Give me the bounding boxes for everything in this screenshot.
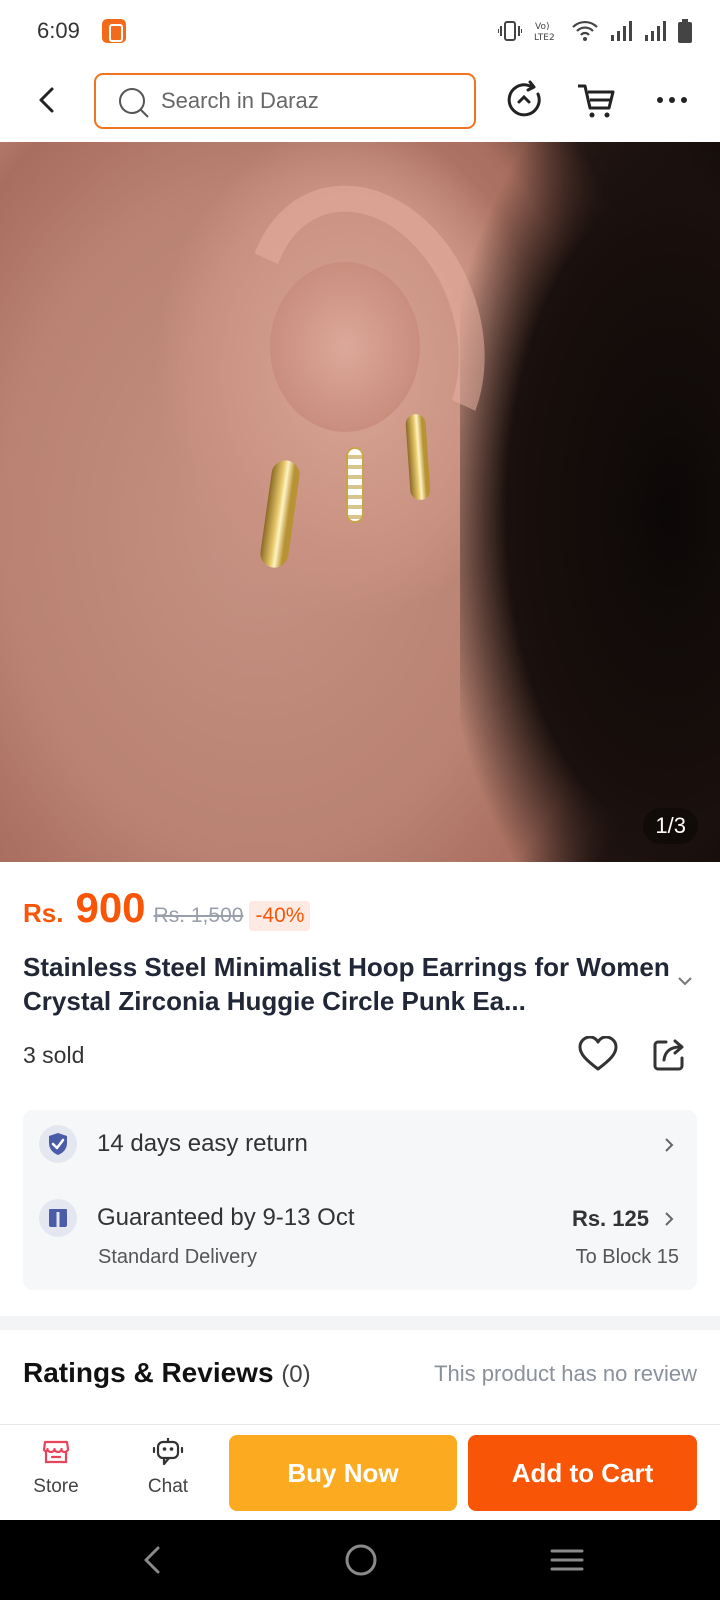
store-label: Store bbox=[33, 1476, 79, 1497]
chevron-right-icon bbox=[665, 1138, 674, 1152]
buy-now-button[interactable]: Buy Now bbox=[229, 1435, 457, 1511]
back-button[interactable] bbox=[28, 80, 68, 120]
signal-icon bbox=[611, 21, 632, 41]
history-icon bbox=[507, 80, 541, 117]
status-time: 6:09 bbox=[37, 18, 80, 43]
more-icon bbox=[657, 97, 687, 103]
product-photo-hair bbox=[460, 142, 720, 862]
reviews-heading[interactable]: Ratings & Reviews (0) bbox=[23, 1357, 311, 1389]
delivery-fee: Rs. 125 bbox=[571, 1206, 649, 1231]
chat-bot-icon bbox=[152, 1438, 184, 1466]
shield-check-icon bbox=[39, 1125, 77, 1163]
search-icon bbox=[119, 88, 149, 118]
earring-hoop-crystal bbox=[346, 447, 364, 523]
section-divider bbox=[0, 1316, 720, 1330]
chat-label: Chat bbox=[147, 1476, 189, 1497]
back-arrow-icon bbox=[39, 87, 54, 113]
price-value: 900 bbox=[75, 884, 146, 931]
battery-icon bbox=[678, 19, 692, 43]
daraz-app-icon bbox=[102, 19, 126, 43]
image-counter: 1/3 bbox=[643, 808, 698, 844]
chat-button[interactable]: Chat bbox=[128, 1437, 208, 1511]
more-button[interactable] bbox=[650, 78, 694, 122]
nav-back-icon bbox=[144, 1546, 160, 1574]
nav-menu-icon bbox=[550, 1549, 584, 1571]
original-price: Rs. 1,500 bbox=[153, 904, 244, 927]
search-input[interactable] bbox=[161, 75, 461, 127]
svg-text:LTE2: LTE2 bbox=[534, 33, 555, 43]
volte-lte2-icon: Vo)LTE2 bbox=[534, 22, 555, 43]
status-icons: Vo) LTE2 bbox=[498, 18, 692, 44]
nav-back-button[interactable] bbox=[134, 1540, 174, 1580]
reviews-count: (0) bbox=[281, 1361, 311, 1388]
store-button[interactable]: Store bbox=[16, 1437, 96, 1511]
reviews-empty-text: This product has no review bbox=[434, 1361, 697, 1386]
cart-button[interactable] bbox=[576, 78, 620, 122]
add-to-cart-button[interactable]: Add to Cart bbox=[468, 1435, 697, 1511]
product-image-gallery[interactable]: 1/3 bbox=[0, 142, 720, 862]
price-currency: Rs. bbox=[23, 898, 64, 928]
wifi-icon bbox=[572, 20, 598, 41]
store-icon bbox=[42, 1440, 70, 1464]
top-bar bbox=[0, 62, 720, 142]
delivery-location: To Block 15 bbox=[575, 1246, 679, 1268]
earring-hoop-large bbox=[258, 458, 302, 570]
system-navigation-bar bbox=[0, 1520, 720, 1600]
bottom-action-bar: Store Chat Buy Now Add to Cart bbox=[0, 1424, 720, 1520]
delivery-type: Standard Delivery bbox=[98, 1246, 257, 1268]
signal-icon bbox=[645, 21, 666, 41]
return-policy-label: 14 days easy return bbox=[97, 1130, 308, 1157]
share-icon[interactable] bbox=[652, 1036, 688, 1072]
wishlist-heart-icon[interactable] bbox=[578, 1036, 618, 1072]
nav-recents-button[interactable] bbox=[547, 1540, 587, 1580]
services-box: 14 days easy return Guaranteed by 9-13 O… bbox=[23, 1110, 697, 1290]
history-button[interactable] bbox=[502, 78, 546, 122]
delivery-date-label: Guaranteed by 9-13 Oct bbox=[97, 1204, 355, 1231]
price-row: Rs. 900 Rs. 1,500 -40% bbox=[23, 884, 311, 934]
sold-count: 3 sold bbox=[23, 1042, 85, 1068]
delivery-box-icon bbox=[39, 1199, 77, 1237]
discount-badge: -40% bbox=[249, 901, 311, 931]
search-bar[interactable] bbox=[94, 73, 476, 129]
chevron-down-icon[interactable] bbox=[676, 975, 694, 987]
reviews-title: Ratings & Reviews bbox=[23, 1357, 274, 1388]
chevron-right-icon bbox=[665, 1212, 674, 1226]
status-bar: 6:09 Vo) LTE2 bbox=[0, 0, 720, 62]
svg-text:Vo): Vo) bbox=[535, 22, 549, 32]
nav-home-icon bbox=[345, 1544, 377, 1576]
product-title[interactable]: Stainless Steel Minimalist Hoop Earrings… bbox=[23, 950, 673, 1018]
nav-home-button[interactable] bbox=[341, 1540, 381, 1580]
cart-icon bbox=[578, 84, 615, 118]
vibrate-icon bbox=[498, 21, 522, 41]
